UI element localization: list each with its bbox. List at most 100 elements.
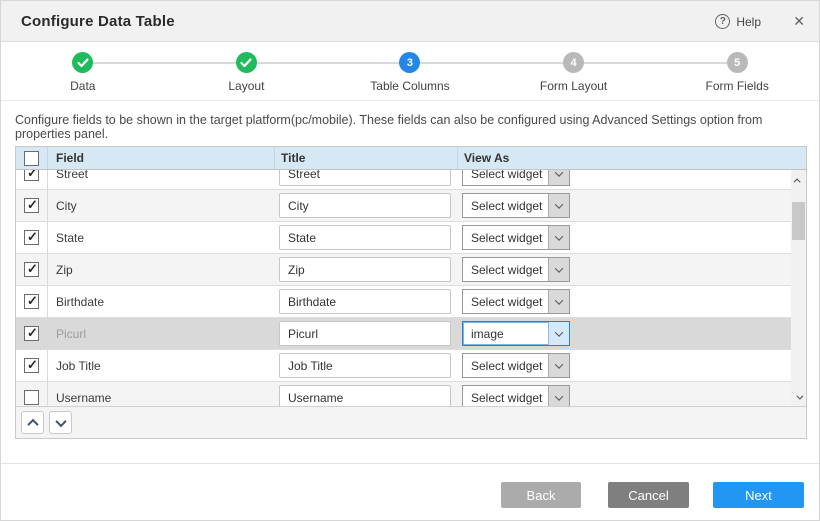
- stepper-step-form-fields[interactable]: 5 Form Fields: [655, 42, 819, 100]
- view-as-cell: Select widget: [457, 257, 791, 282]
- row-checkbox-cell: ✓: [16, 170, 48, 189]
- chevron-down-icon: [555, 232, 563, 240]
- title-cell: [274, 289, 457, 314]
- table-row-state[interactable]: ✓ State Select widget: [16, 222, 791, 254]
- chevron-down-icon: [555, 296, 563, 304]
- stepper-step-table-columns[interactable]: 3 Table Columns: [328, 42, 492, 100]
- header-title: Title: [274, 147, 457, 169]
- field-name-label: Username: [48, 391, 274, 405]
- back-button[interactable]: Back: [501, 482, 581, 508]
- widget-select-value: image: [463, 327, 548, 341]
- select-arrow-button[interactable]: [548, 194, 569, 217]
- row-checkbox[interactable]: ✓: [24, 358, 39, 373]
- field-name-label: Job Title: [48, 359, 274, 373]
- select-arrow-button[interactable]: [548, 170, 569, 185]
- move-up-button[interactable]: [21, 411, 44, 434]
- row-checkbox-cell: ✓: [16, 382, 48, 407]
- row-checkbox[interactable]: ✓: [24, 230, 39, 245]
- widget-select[interactable]: Select widget: [462, 170, 570, 186]
- scrollbar-down-button[interactable]: [791, 389, 806, 405]
- stepper-step-layout[interactable]: Layout: [165, 42, 329, 100]
- widget-select[interactable]: Select widget: [462, 193, 570, 218]
- title-input[interactable]: [279, 257, 451, 282]
- stepper-step-form-layout[interactable]: 4 Form Layout: [492, 42, 656, 100]
- select-arrow-button[interactable]: [548, 386, 569, 407]
- step-label: Form Layout: [540, 79, 607, 93]
- title-cell: [274, 385, 457, 407]
- select-arrow-button[interactable]: [548, 290, 569, 313]
- table-row-zip[interactable]: ✓ Zip Select widget: [16, 254, 791, 286]
- row-checkbox[interactable]: ✓: [24, 262, 39, 277]
- help-button[interactable]: ? Help: [715, 1, 761, 42]
- move-down-button[interactable]: [49, 411, 72, 434]
- checkmark-icon: ✓: [27, 262, 38, 275]
- widget-select[interactable]: Select widget: [462, 257, 570, 282]
- step-label: Layout: [228, 79, 264, 93]
- field-name-label: Street: [48, 170, 274, 181]
- table-row-picurl[interactable]: ✓ Picurl image: [16, 318, 791, 350]
- wizard-stepper: Data Layout 3 Table Columns 4 Form Layou…: [1, 42, 819, 101]
- select-arrow-button[interactable]: [548, 226, 569, 249]
- checkmark-icon: ✓: [27, 294, 38, 307]
- table-row-city[interactable]: ✓ City Select widget: [16, 190, 791, 222]
- close-icon[interactable]: ✕: [793, 1, 805, 42]
- row-checkbox-cell: ✓: [16, 190, 48, 221]
- title-input[interactable]: [279, 321, 451, 346]
- row-checkbox[interactable]: ✓: [24, 326, 39, 341]
- step-circle: 4: [563, 52, 584, 73]
- row-checkbox-cell: ✓: [16, 286, 48, 317]
- row-checkbox[interactable]: ✓: [24, 294, 39, 309]
- vertical-scrollbar[interactable]: [791, 170, 806, 407]
- widget-select[interactable]: Select widget: [462, 353, 570, 378]
- title-input[interactable]: [279, 289, 451, 314]
- chevron-down-icon: [555, 170, 563, 176]
- table-row-job-title[interactable]: ✓ Job Title Select widget: [16, 350, 791, 382]
- checkmark-icon: ✓: [27, 170, 38, 179]
- select-all-checkbox[interactable]: ✓: [24, 151, 39, 166]
- title-cell: [274, 353, 457, 378]
- widget-select-value: Select widget: [463, 231, 548, 245]
- select-arrow-button[interactable]: [548, 322, 569, 345]
- configure-data-table-dialog: Configure Data Table ? Help ✕ Data Layou…: [0, 0, 820, 521]
- row-checkbox-cell: ✓: [16, 350, 48, 381]
- widget-select[interactable]: Select widget: [462, 289, 570, 314]
- checkmark-icon: ✓: [27, 230, 38, 243]
- row-checkbox[interactable]: ✓: [24, 170, 39, 181]
- select-arrow-button[interactable]: [548, 354, 569, 377]
- widget-select[interactable]: Select widget: [462, 225, 570, 250]
- next-button[interactable]: Next: [713, 482, 804, 508]
- field-name-label: Birthdate: [48, 295, 274, 309]
- table-body: ✓ Street Select widget ✓ City Select wid…: [16, 170, 806, 407]
- select-arrow-button[interactable]: [548, 258, 569, 281]
- step-circle: 5: [727, 52, 748, 73]
- widget-select-value: Select widget: [463, 263, 548, 277]
- footer-divider: [1, 463, 819, 464]
- cancel-button[interactable]: Cancel: [608, 482, 689, 508]
- step-label: Table Columns: [370, 79, 449, 93]
- table-row-username[interactable]: ✓ Username Select widget: [16, 382, 791, 407]
- check-icon: [77, 58, 89, 68]
- row-checkbox[interactable]: ✓: [24, 198, 39, 213]
- view-as-cell: Select widget: [457, 170, 791, 186]
- title-input[interactable]: [279, 225, 451, 250]
- title-input[interactable]: [279, 193, 451, 218]
- row-checkbox-cell: ✓: [16, 318, 48, 349]
- table-row-birthdate[interactable]: ✓ Birthdate Select widget: [16, 286, 791, 318]
- widget-select[interactable]: image: [462, 321, 570, 346]
- title-cell: [274, 193, 457, 218]
- row-checkbox[interactable]: ✓: [24, 390, 39, 405]
- title-input[interactable]: [279, 170, 451, 186]
- scrollbar-thumb[interactable]: [792, 202, 805, 240]
- step-circle: 3: [399, 52, 420, 73]
- widget-select[interactable]: Select widget: [462, 385, 570, 407]
- view-as-cell: Select widget: [457, 385, 791, 407]
- chevron-down-icon: [555, 328, 563, 336]
- title-input[interactable]: [279, 353, 451, 378]
- scrollbar-up-button[interactable]: [791, 172, 806, 188]
- title-cell: [274, 257, 457, 282]
- stepper-step-data[interactable]: Data: [1, 42, 165, 100]
- help-icon: ?: [715, 14, 730, 29]
- title-input[interactable]: [279, 385, 451, 407]
- table-row-street[interactable]: ✓ Street Select widget: [16, 170, 791, 190]
- dialog-titlebar: Configure Data Table ? Help ✕: [1, 1, 819, 42]
